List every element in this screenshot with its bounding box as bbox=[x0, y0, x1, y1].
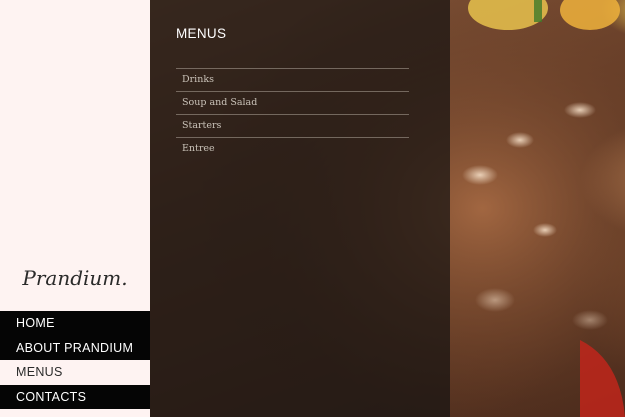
sidebar: Prandium. HOME ABOUT PRANDIUM MENUS CONT… bbox=[0, 0, 150, 417]
menu-item-starters[interactable]: Starters bbox=[176, 115, 409, 138]
menu-category-list: Drinks Soup and Salad Starters Entree bbox=[176, 68, 409, 160]
menu-item-drinks[interactable]: Drinks bbox=[176, 69, 409, 92]
menu-item-entree[interactable]: Entree bbox=[176, 138, 409, 160]
menus-panel: MENUS Drinks Soup and Salad Starters Ent… bbox=[150, 0, 450, 417]
nav-item-menus[interactable]: MENUS bbox=[0, 360, 150, 385]
page: MENUS Drinks Soup and Salad Starters Ent… bbox=[0, 0, 625, 417]
nav-item-home[interactable]: HOME bbox=[0, 311, 150, 336]
nav-item-contacts[interactable]: CONTACTS bbox=[0, 384, 150, 409]
menu-item-soup-and-salad[interactable]: Soup and Salad bbox=[176, 92, 409, 115]
nav-item-about[interactable]: ABOUT PRANDIUM bbox=[0, 335, 150, 360]
main-nav: HOME ABOUT PRANDIUM MENUS CONTACTS bbox=[0, 311, 150, 409]
panel-title: MENUS bbox=[176, 26, 227, 41]
logo[interactable]: Prandium. bbox=[0, 266, 150, 290]
